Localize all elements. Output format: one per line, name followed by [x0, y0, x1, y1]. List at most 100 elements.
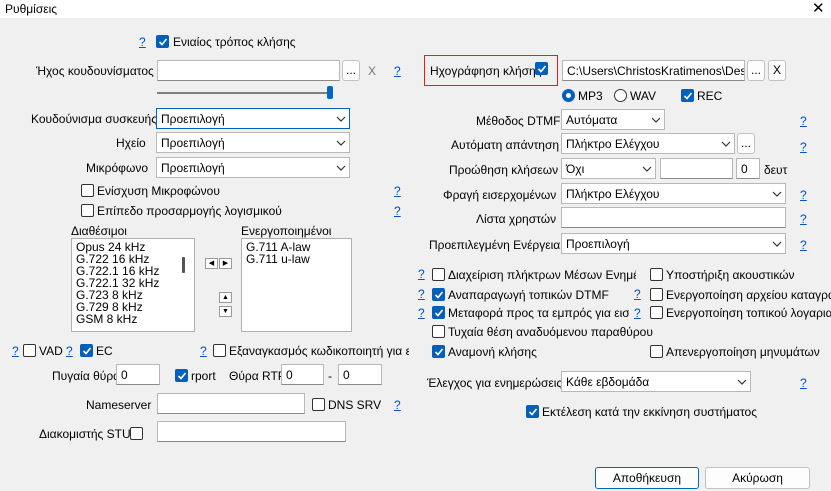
transfer-checkbox[interactable] [432, 306, 445, 319]
help-link-ringtone[interactable]: ? [394, 64, 401, 78]
speaker-value: Προεπιλογή [161, 136, 225, 150]
volume-slider-track[interactable] [157, 92, 331, 94]
headset-checkbox[interactable] [650, 268, 663, 281]
stun-input[interactable] [157, 421, 346, 442]
list-item[interactable]: GSM 8 kHz [76, 313, 190, 325]
auto-answer-select[interactable]: Πλήκτρο Ελέγχου [561, 133, 735, 154]
recording-path-input[interactable]: C:\Users\ChristosKratimenos\Desktop [562, 60, 745, 81]
call-waiting-checkbox[interactable] [432, 345, 445, 358]
dns-srv-checkbox[interactable] [312, 398, 325, 411]
available-codecs-list[interactable]: Opus 24 kHz G.722 16 kHz G.722.1 16 kHz … [71, 238, 195, 332]
help-link-media-keys[interactable]: ? [418, 267, 425, 281]
save-button[interactable]: Αποθήκευση [595, 467, 699, 489]
move-left-button[interactable]: ◀ [205, 258, 218, 269]
chevron-down-icon [336, 140, 346, 146]
vad-checkbox[interactable] [23, 344, 36, 357]
forwarding-label: Προώθηση κλήσεων [449, 163, 559, 177]
help-link-ec[interactable]: ? [66, 344, 73, 358]
ringtone-input[interactable] [157, 60, 340, 81]
ringtone-clear-button[interactable]: X [368, 64, 376, 78]
dtmf-label: Μέθοδος DTMF [476, 114, 561, 128]
run-startup-checkbox[interactable] [526, 405, 539, 418]
chevron-down-icon [336, 165, 346, 171]
help-link-force-codec[interactable]: ? [200, 344, 207, 358]
software-adjust-checkbox[interactable] [81, 204, 94, 217]
forwarding-target-input[interactable] [660, 158, 733, 179]
updates-select[interactable]: Κάθε εβδομάδα [561, 371, 751, 392]
help-link-auto-answer[interactable]: ? [800, 140, 807, 154]
mic-select[interactable]: Προεπιλογή [156, 157, 350, 178]
volume-slider-thumb[interactable] [327, 86, 333, 99]
recording-clear-button[interactable]: X [768, 60, 786, 81]
speaker-select[interactable]: Προεπιλογή [156, 132, 350, 153]
run-startup-label: Εκτέλεση κατά την εκκίνηση συστήματος [542, 405, 758, 419]
move-up-button[interactable]: ▲ [219, 292, 232, 303]
media-keys-label: Διαχείριση πλήκτρων Μέσων Ενημέρωσ [448, 268, 636, 282]
help-link-local-dtmf[interactable]: ? [418, 287, 425, 301]
ec-checkbox[interactable] [80, 344, 93, 357]
nameserver-input[interactable] [157, 393, 305, 414]
local-dtmf-checkbox[interactable] [432, 288, 445, 301]
rec-checkbox[interactable] [681, 89, 694, 102]
help-link-vad[interactable]: ? [12, 344, 19, 358]
local-account-label: Ενεργοποίηση τοπικού λογαριασμο [666, 306, 831, 320]
media-keys-checkbox[interactable] [432, 268, 445, 281]
block-incoming-select[interactable]: Πλήκτρο Ελέγχου [561, 183, 786, 204]
help-link-updates[interactable]: ? [800, 376, 807, 390]
disable-messages-checkbox[interactable] [650, 345, 663, 358]
auto-answer-browse-button[interactable]: ... [737, 133, 755, 154]
rport-checkbox[interactable] [175, 369, 188, 382]
codec-list-scrollbar[interactable] [182, 257, 185, 273]
move-right-button[interactable]: ▶ [219, 258, 232, 269]
mp3-radio[interactable] [562, 89, 575, 102]
force-codec-checkbox[interactable] [213, 344, 226, 357]
user-list-input[interactable] [561, 207, 786, 228]
unified-checkbox[interactable] [156, 35, 169, 48]
auto-answer-label: Αυτόματη απάντηση [451, 138, 560, 152]
help-link-software-adjust[interactable]: ? [394, 204, 401, 218]
log-file-checkbox[interactable] [650, 288, 663, 301]
help-link-block-incoming[interactable]: ? [800, 188, 807, 202]
rtp-port-from-input[interactable]: 0 [281, 364, 324, 385]
mic-boost-checkbox[interactable] [81, 184, 94, 197]
help-link-default-action[interactable]: ? [800, 238, 807, 252]
help-link-mic-boost[interactable]: ? [394, 184, 401, 198]
rec-label: REC [697, 89, 723, 103]
random-position-label: Τυχαία θέση αναδυόμενου παραθύρου [448, 325, 653, 339]
local-account-checkbox[interactable] [650, 306, 663, 319]
close-button[interactable]: ✕ [812, 0, 825, 17]
help-link-user-list[interactable]: ? [800, 212, 807, 226]
mic-label: Μικρόφωνο [86, 161, 148, 175]
move-down-button[interactable]: ▼ [219, 306, 232, 317]
help-link-dns-srv[interactable]: ? [394, 398, 401, 412]
recording-checkbox[interactable] [535, 62, 548, 75]
help-link-log-file[interactable]: ? [634, 287, 641, 301]
chevron-down-icon [651, 117, 661, 123]
source-port-label: Πυγαία θύρα [52, 369, 121, 383]
help-link-dtmf[interactable]: ? [800, 114, 807, 128]
device-ring-select[interactable]: Προεπιλογή [156, 108, 350, 129]
ringtone-label: Ήχος κουδουνίσματος [36, 64, 154, 78]
wav-label: WAV [630, 89, 656, 103]
rtp-port-to-input[interactable]: 0 [338, 364, 382, 385]
default-action-value: Προεπιλογή [566, 237, 630, 251]
forwarding-select[interactable]: Όχι [561, 158, 656, 179]
dtmf-select[interactable]: Αυτόματα [561, 109, 665, 130]
help-link-transfer[interactable]: ? [418, 306, 425, 320]
default-action-select[interactable]: Προεπιλογή [561, 233, 786, 254]
log-file-label: Ενεργοποίηση αρχείου καταγραφή [666, 288, 831, 302]
forwarding-seconds-input[interactable]: 0 [736, 158, 760, 179]
enabled-codecs-list[interactable]: G.711 A-law G.711 u-law [241, 238, 352, 332]
source-port-input[interactable]: 0 [116, 364, 160, 385]
recording-browse-button[interactable]: ... [747, 60, 765, 81]
help-link-local-account[interactable]: ? [634, 306, 641, 320]
transfer-label: Μεταφορά προς τα εμπρός για εισερχό [448, 306, 629, 320]
help-link-unified[interactable]: ? [139, 35, 146, 49]
cancel-button[interactable]: Ακύρωση [705, 467, 810, 489]
wav-radio[interactable] [614, 89, 627, 102]
stun-checkbox[interactable] [130, 427, 143, 440]
ringtone-browse-button[interactable]: ... [342, 60, 360, 81]
disable-messages-label: Απενεργοποίηση μηνυμάτων [666, 345, 820, 359]
list-item[interactable]: G.711 u-law [246, 253, 347, 265]
random-position-checkbox[interactable] [432, 325, 445, 338]
